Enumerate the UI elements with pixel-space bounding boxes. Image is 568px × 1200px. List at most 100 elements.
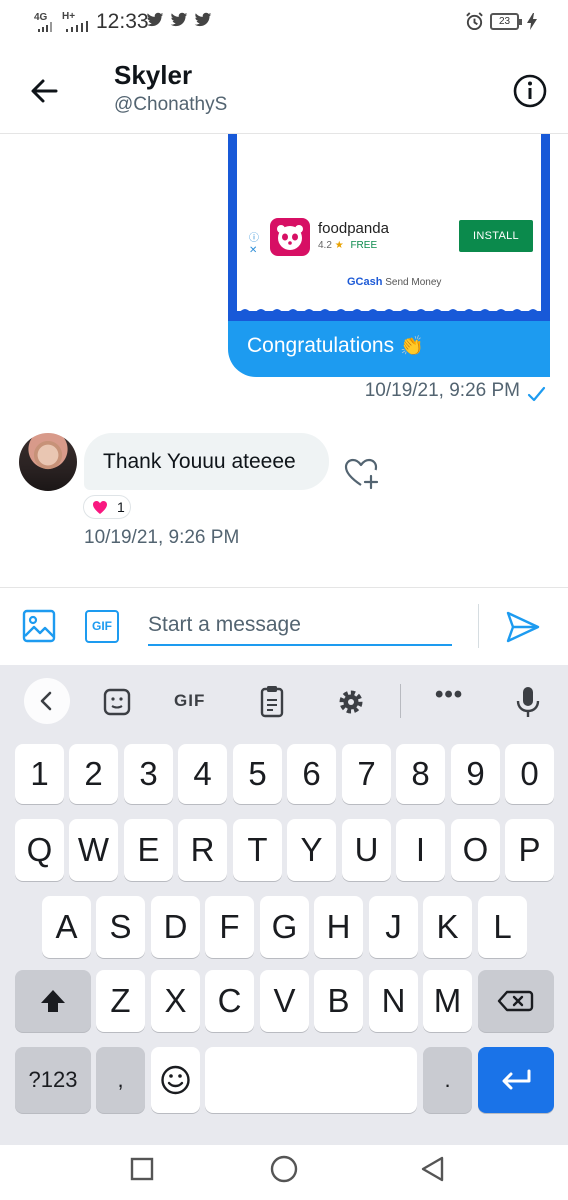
key-i[interactable]: I [396, 819, 445, 881]
sent-message-timestamp: 10/19/21, 9:26 PM [364, 380, 520, 401]
key-8[interactable]: 8 [396, 744, 445, 804]
contact-name[interactable]: Skyler [114, 60, 192, 91]
ad-price: FREE [350, 240, 378, 251]
gif-button[interactable]: GIF [85, 610, 119, 643]
key-j[interactable]: J [369, 896, 418, 958]
key-z[interactable]: Z [96, 970, 145, 1032]
settings-gear-icon[interactable] [331, 683, 371, 721]
ad-sponsor-brand: GCash [347, 276, 383, 288]
backspace-key[interactable] [478, 970, 554, 1032]
key-w[interactable]: W [69, 819, 118, 881]
back-triangle-icon[interactable] [420, 1155, 446, 1183]
ad-sponsor-text: Send Money [385, 277, 442, 288]
more-options-icon[interactable]: ••• [435, 681, 463, 709]
key-l[interactable]: L [478, 896, 527, 958]
status-bar: 4G H+ 12:33 23 [0, 0, 568, 44]
composer-divider [478, 604, 479, 648]
key-3[interactable]: 3 [124, 744, 173, 804]
key-f[interactable]: F [205, 896, 254, 958]
message-composer: GIF [0, 587, 568, 665]
message-input[interactable] [148, 606, 452, 646]
keyboard-toolbar-back-button[interactable] [24, 678, 70, 724]
reaction-count: 1 [117, 499, 125, 515]
key-p[interactable]: P [505, 819, 554, 881]
key-e[interactable]: E [124, 819, 173, 881]
system-navigation-bar [0, 1145, 568, 1200]
emoji-key[interactable] [151, 1047, 200, 1113]
home-circle-icon[interactable] [270, 1155, 298, 1183]
key-d[interactable]: D [151, 896, 200, 958]
charging-icon [527, 13, 537, 30]
ad-choices-icon[interactable]: ⓘ ✕ [249, 233, 259, 257]
key-q[interactable]: Q [15, 819, 64, 881]
image-icon[interactable] [22, 609, 56, 643]
star-icon: ★ [334, 240, 344, 251]
ad-app-name: foodpanda [318, 220, 389, 237]
key-o[interactable]: O [451, 819, 500, 881]
key-r[interactable]: R [178, 819, 227, 881]
alarm-icon [466, 12, 483, 31]
keyboard-toolbar-separator [400, 684, 401, 718]
received-message-text: Thank Youuu ateeee [103, 450, 296, 473]
on-screen-keyboard: GIF ••• 1 2 3 4 5 6 7 8 9 0 Q W E R T Y … [0, 665, 568, 1145]
sent-message-card[interactable]: ⓘ ✕ foodpanda 4.2 ★ FREE INSTALL GCash Se… [228, 134, 550, 377]
sticker-icon[interactable] [97, 683, 137, 721]
key-u[interactable]: U [342, 819, 391, 881]
contact-handle[interactable]: @ChonathyS [114, 94, 227, 116]
ad-install-button[interactable]: INSTALL [459, 220, 533, 252]
key-6[interactable]: 6 [287, 744, 336, 804]
enter-arrow-icon [502, 1069, 531, 1090]
key-t[interactable]: T [233, 819, 282, 881]
key-b[interactable]: B [314, 970, 363, 1032]
key-s[interactable]: S [96, 896, 145, 958]
key-h[interactable]: H [314, 896, 363, 958]
received-message-bubble[interactable]: Thank Youuu ateeee [84, 433, 329, 490]
key-4[interactable]: 4 [178, 744, 227, 804]
key-x[interactable]: X [151, 970, 200, 1032]
twitter-bird-icon [146, 12, 164, 27]
add-reaction-heart-icon[interactable] [342, 455, 380, 491]
ad-rating: 4.2 ★ FREE [318, 240, 377, 251]
red-heart-icon [93, 501, 107, 514]
sent-message-text: Congratulations 👏 [247, 334, 424, 358]
key-a[interactable]: A [42, 896, 91, 958]
key-n[interactable]: N [369, 970, 418, 1032]
space-key[interactable] [205, 1047, 417, 1113]
ad-rating-value: 4.2 [318, 240, 332, 251]
key-c[interactable]: C [205, 970, 254, 1032]
key-v[interactable]: V [260, 970, 309, 1032]
foodpanda-logo [270, 218, 310, 256]
key-7[interactable]: 7 [342, 744, 391, 804]
shift-arrow-icon [41, 990, 65, 1012]
received-message-timestamp: 10/19/21, 9:26 PM [84, 527, 240, 548]
key-k[interactable]: K [423, 896, 472, 958]
period-key[interactable]: . [423, 1047, 472, 1113]
key-2[interactable]: 2 [69, 744, 118, 804]
shared-image[interactable]: ⓘ ✕ foodpanda 4.2 ★ FREE INSTALL GCash Se… [237, 134, 541, 311]
info-icon[interactable] [512, 73, 548, 109]
key-9[interactable]: 9 [451, 744, 500, 804]
key-g[interactable]: G [260, 896, 309, 958]
keyboard-gif-button[interactable]: GIF [174, 691, 205, 711]
key-1[interactable]: 1 [15, 744, 64, 804]
twitter-bird-icon [194, 12, 212, 27]
key-y[interactable]: Y [287, 819, 336, 881]
avatar[interactable] [19, 433, 77, 491]
checkmark-icon [527, 386, 546, 402]
clipboard-icon[interactable] [252, 683, 292, 721]
chevron-left-icon [40, 691, 52, 711]
reaction-badge[interactable]: 1 [83, 495, 131, 519]
signal-icon [38, 22, 52, 32]
ad-sponsor: GCash Send Money [347, 276, 441, 288]
symbols-key[interactable]: ?123 [15, 1047, 91, 1113]
microphone-icon[interactable] [508, 683, 548, 721]
key-m[interactable]: M [423, 970, 472, 1032]
key-5[interactable]: 5 [233, 744, 282, 804]
recents-square-icon[interactable] [130, 1157, 154, 1181]
send-icon[interactable] [505, 610, 541, 644]
shift-key[interactable] [15, 970, 91, 1032]
enter-key[interactable] [478, 1047, 554, 1113]
comma-key[interactable]: , [96, 1047, 145, 1113]
key-0[interactable]: 0 [505, 744, 554, 804]
back-arrow-icon[interactable] [26, 73, 62, 109]
